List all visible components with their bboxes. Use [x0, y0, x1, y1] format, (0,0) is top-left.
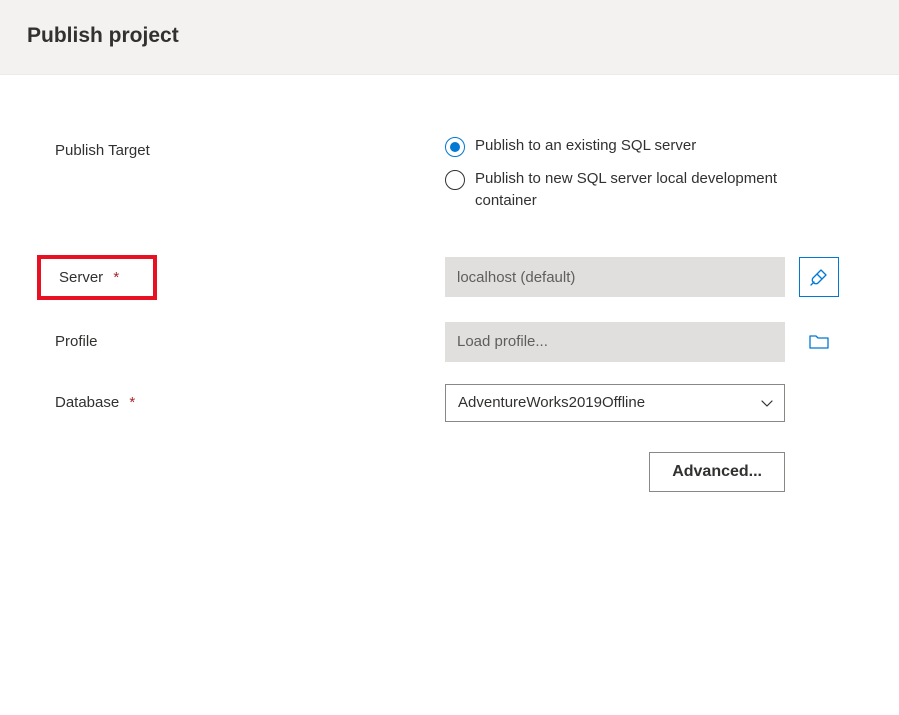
plug-icon — [809, 267, 829, 287]
database-input-col: AdventureWorks2019Offline — [445, 384, 859, 422]
advanced-row: Advanced... — [445, 452, 785, 492]
radio-new-icon — [445, 170, 465, 190]
publish-target-radio-group: Publish to an existing SQL server Publis… — [445, 135, 815, 213]
publish-target-row: Publish Target Publish to an existing SQ… — [55, 135, 859, 213]
server-required-asterisk: * — [113, 269, 119, 286]
radio-existing-icon — [445, 137, 465, 157]
advanced-button[interactable]: Advanced... — [649, 452, 785, 492]
server-label: Server — [41, 269, 103, 286]
server-connect-button[interactable] — [799, 257, 839, 297]
profile-input-col — [445, 322, 859, 362]
radio-option-new[interactable]: Publish to new SQL server local developm… — [445, 168, 815, 213]
radio-existing-label: Publish to an existing SQL server — [475, 135, 696, 158]
database-select[interactable]: AdventureWorks2019Offline — [445, 384, 785, 422]
profile-row: Profile — [55, 322, 859, 362]
database-row: Database * AdventureWorks2019Offline — [55, 384, 859, 422]
dialog-title: Publish project — [27, 24, 899, 48]
publish-target-input-col: Publish to an existing SQL server Publis… — [445, 135, 859, 213]
folder-icon — [808, 331, 830, 353]
server-row: Server * — [55, 255, 859, 300]
profile-input[interactable] — [445, 322, 785, 362]
database-label: Database — [55, 394, 119, 411]
server-input[interactable] — [445, 257, 785, 297]
database-selected-value: AdventureWorks2019Offline — [458, 394, 645, 411]
profile-browse-button[interactable] — [799, 322, 839, 362]
radio-new-label: Publish to new SQL server local developm… — [475, 168, 815, 213]
form-area: Publish Target Publish to an existing SQ… — [0, 75, 899, 532]
server-input-col — [445, 257, 859, 297]
server-label-highlight: Server * — [37, 255, 157, 300]
chevron-down-icon — [760, 396, 774, 410]
database-label-col: Database * — [55, 394, 445, 411]
profile-label-col: Profile — [55, 333, 445, 350]
radio-option-existing[interactable]: Publish to an existing SQL server — [445, 135, 815, 158]
publish-target-label: Publish Target — [55, 142, 150, 159]
publish-target-label-col: Publish Target — [55, 135, 445, 159]
dialog-header: Publish project — [0, 0, 899, 75]
database-required-asterisk: * — [129, 394, 135, 411]
server-label-col: Server * — [55, 255, 445, 300]
profile-label: Profile — [55, 333, 98, 350]
